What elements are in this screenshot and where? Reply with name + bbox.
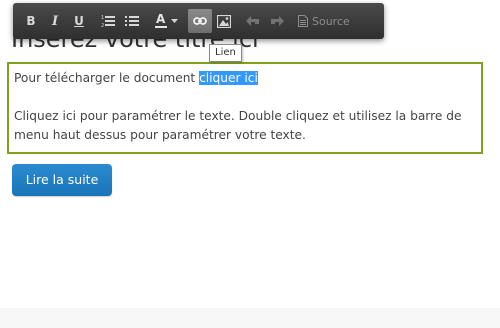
text-color-button[interactable]: A xyxy=(149,9,183,33)
underline-icon: U xyxy=(74,14,84,28)
download-text: Pour télécharger le document xyxy=(14,71,200,85)
bold-icon: B xyxy=(26,14,36,28)
history-group xyxy=(241,9,289,33)
redo-button[interactable] xyxy=(265,9,289,33)
color-group: A xyxy=(149,9,183,33)
text-editor[interactable]: Pour télécharger le document cliquer ici… xyxy=(7,62,483,154)
image-icon xyxy=(217,14,231,28)
editor-toolbar: B I U 1 2 A Source xyxy=(13,3,384,39)
numbered-list-icon: 1 2 xyxy=(101,15,115,28)
download-link[interactable]: cliquer ici xyxy=(199,71,258,85)
chevron-down-icon xyxy=(171,19,178,23)
source-label: Source xyxy=(312,14,350,28)
svg-text:2: 2 xyxy=(101,23,104,28)
svg-text:1: 1 xyxy=(101,15,104,21)
insert-group xyxy=(188,9,236,33)
undo-icon xyxy=(246,16,259,26)
bulleted-list-button[interactable] xyxy=(120,9,144,33)
editor-paragraph: Cliquez ici pour paramétrer le texte. Do… xyxy=(14,109,462,142)
link-tooltip: Lien xyxy=(209,44,242,62)
text-color-letter: A xyxy=(156,12,166,26)
underline-button[interactable]: U xyxy=(67,9,91,33)
source-button[interactable]: Source xyxy=(294,9,355,33)
undo-button[interactable] xyxy=(241,9,265,33)
page: Insérez votre titre ici Pour télécharger… xyxy=(0,0,500,328)
footer-strip xyxy=(0,308,500,328)
editor-line-download: Pour télécharger le document cliquer ici xyxy=(14,69,476,88)
text-color-icon: A xyxy=(154,12,168,29)
read-more-button[interactable]: Lire la suite xyxy=(12,164,112,196)
italic-button[interactable]: I xyxy=(43,9,67,33)
empty-line xyxy=(14,88,476,107)
source-icon xyxy=(298,15,308,27)
link-icon xyxy=(193,17,207,25)
text-color-bar xyxy=(155,26,167,28)
text-style-group: B I U xyxy=(19,9,91,33)
link-button[interactable] xyxy=(188,9,212,33)
redo-icon xyxy=(271,16,284,26)
bulleted-list-icon xyxy=(125,16,139,26)
image-button[interactable] xyxy=(212,9,236,33)
bold-button[interactable]: B xyxy=(19,9,43,33)
italic-icon: I xyxy=(51,13,59,29)
numbered-list-button[interactable]: 1 2 xyxy=(96,9,120,33)
list-group: 1 2 xyxy=(96,9,144,33)
